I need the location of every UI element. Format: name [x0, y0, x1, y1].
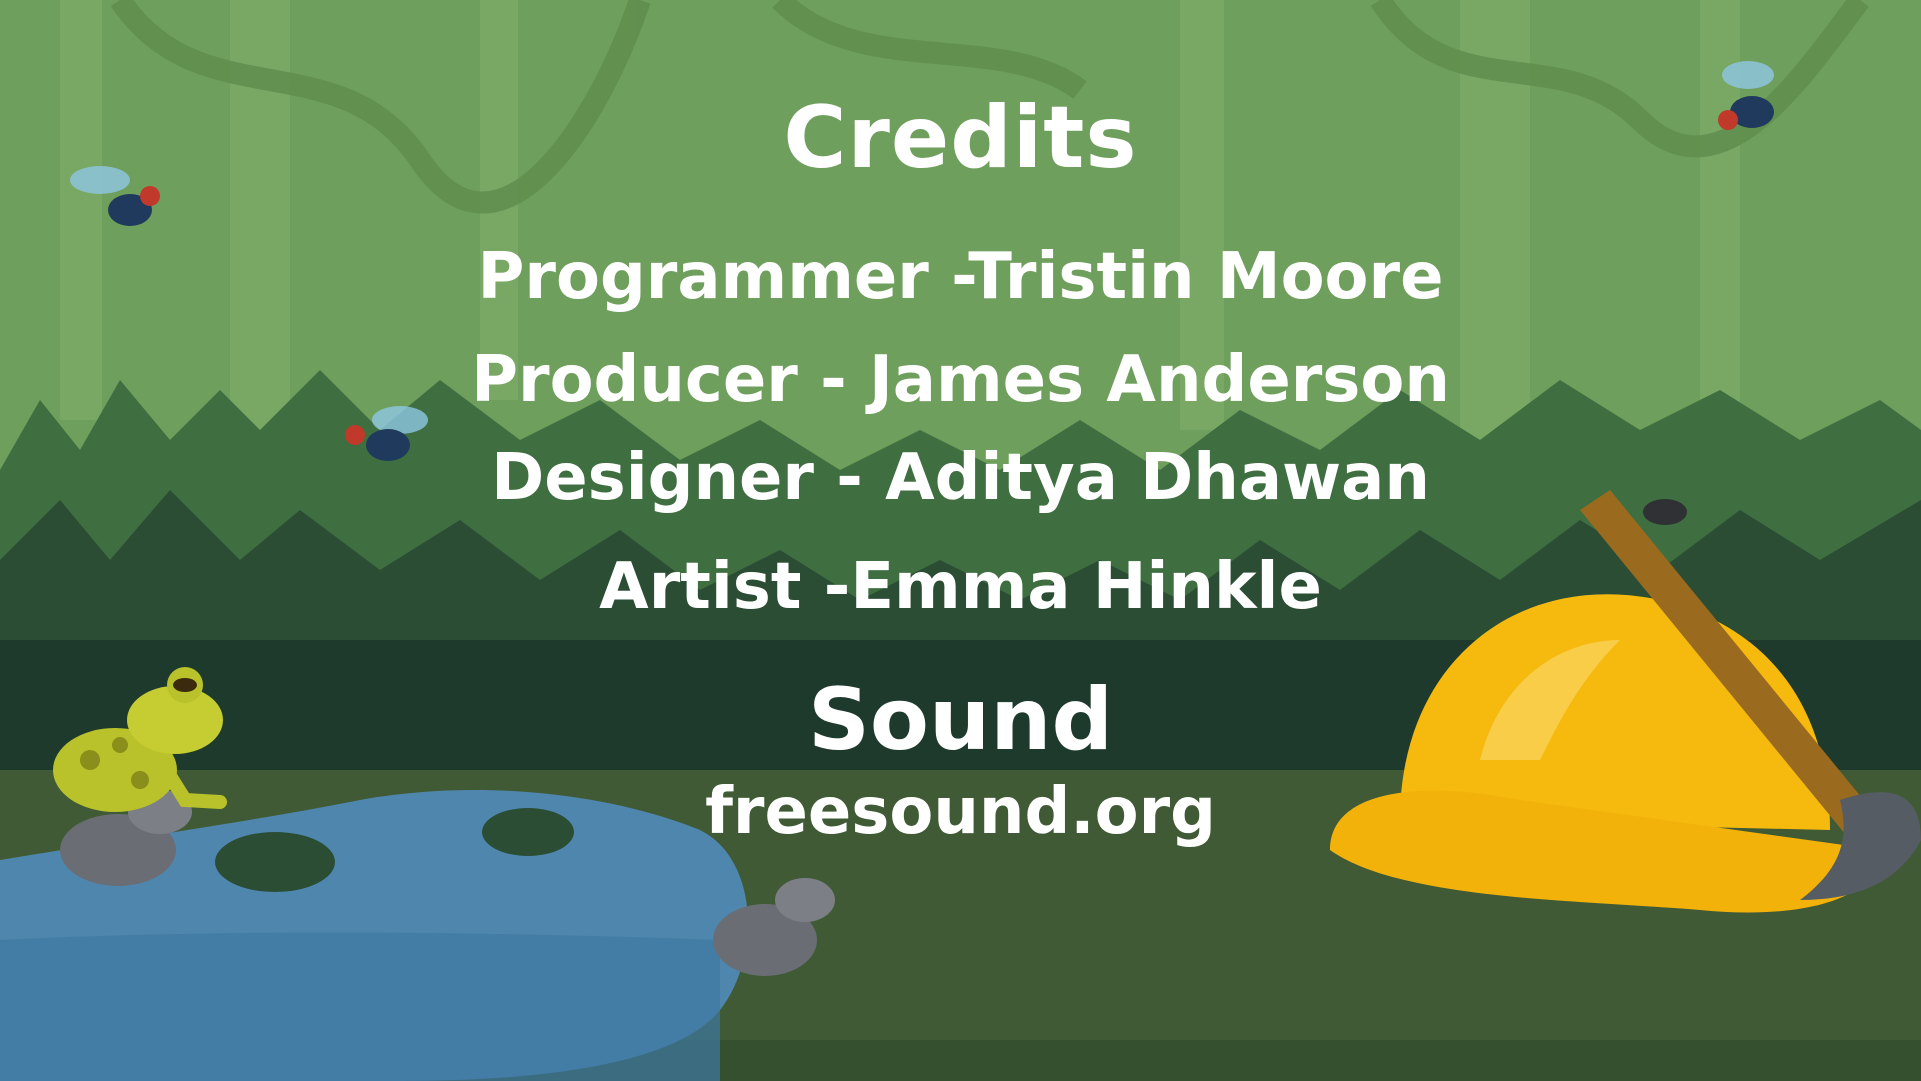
sound-title: Sound	[807, 670, 1114, 770]
credits-title: Credits	[783, 88, 1138, 188]
credit-designer: Designer - Aditya Dhawan	[491, 441, 1430, 515]
credit-artist: Artist -Emma Hinkle	[599, 550, 1322, 624]
credits-screen: Credits Programmer -Tristin Moore Produc…	[0, 0, 1921, 1081]
credit-producer: Producer - James Anderson	[471, 343, 1450, 417]
sound-source-link[interactable]: freesound.org	[0, 775, 1921, 849]
credit-programmer: Programmer -Tristin Moore	[477, 240, 1444, 314]
